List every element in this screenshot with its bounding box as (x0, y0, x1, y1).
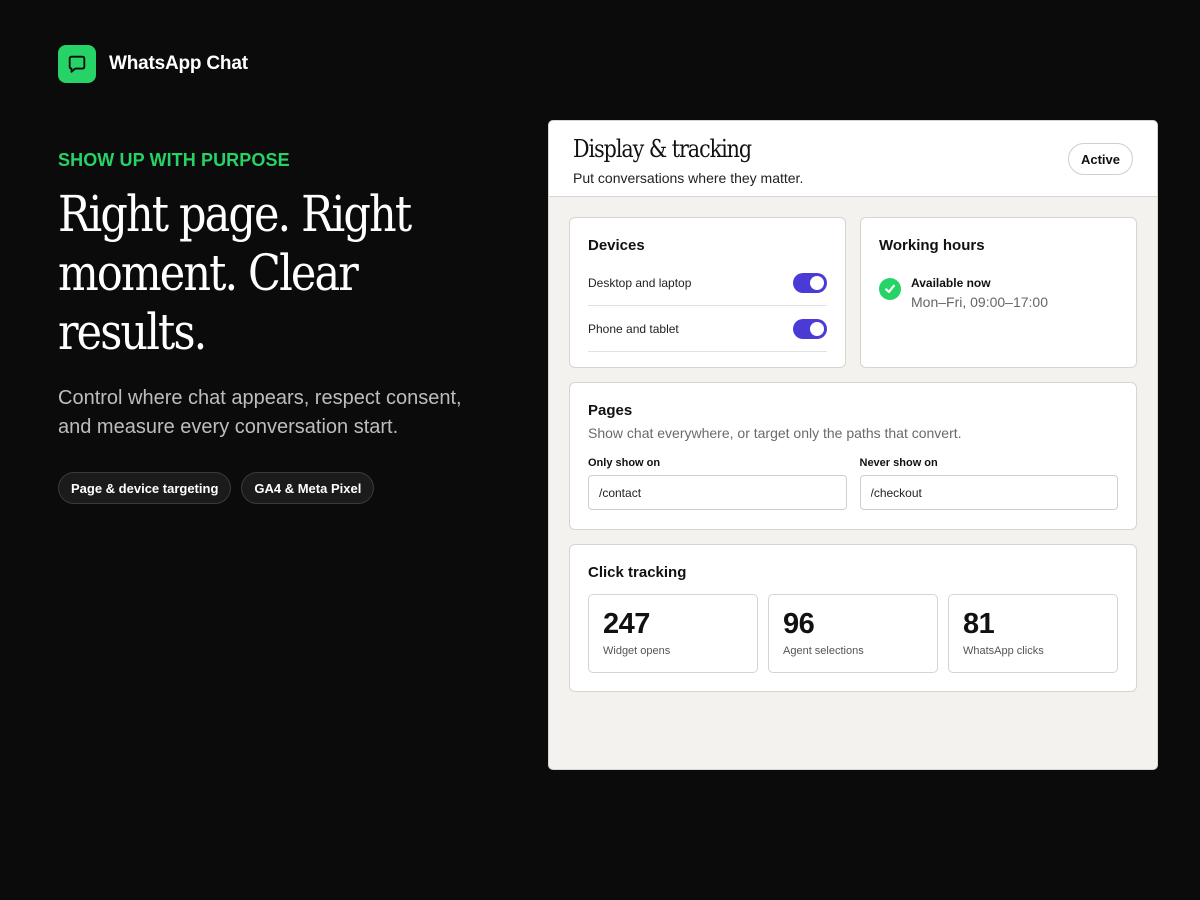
stat-label: Widget opens (603, 645, 671, 657)
working-hours-title: Working hours (879, 237, 985, 254)
only-show-field: Only show on (588, 457, 847, 510)
settings-panel: Display & tracking Put conversations whe… (548, 120, 1158, 770)
toggle-knob (810, 275, 824, 290)
status-badge: Active (1067, 143, 1133, 175)
panel-subtitle: Put conversations where they matter. (573, 170, 804, 186)
hero: SHOW UP WITH PURPOSE Right page. Right m… (58, 150, 508, 504)
availability-schedule: Mon–Fri, 09:00–17:00 (911, 294, 1048, 310)
device-label-desktop: Desktop and laptop (588, 275, 692, 290)
chat-bubble-icon (68, 55, 86, 73)
never-show-field: Never show on (859, 457, 1118, 510)
device-row-desktop: Desktop and laptop (588, 260, 827, 306)
hero-headline: Right page. Right moment. Clear results. (58, 185, 412, 361)
stat-agent-selections: 96 Agent selections (768, 594, 938, 673)
click-tracking-title: Click tracking (588, 564, 687, 581)
hero-subtext: Control where chat appears, respect cons… (58, 387, 462, 438)
availability-row: Available now Mon–Fri, 09:00–17:00 (879, 274, 1118, 310)
hero-eyebrow: SHOW UP WITH PURPOSE (58, 150, 290, 170)
working-hours-card: Working hours Available now Mon–Fri, 09:… (860, 217, 1137, 368)
check-circle-icon (879, 278, 901, 300)
availability-status: Available now (911, 276, 991, 290)
availability-text: Available now Mon–Fri, 09:00–17:00 (911, 274, 1048, 310)
feature-pill-targeting: Page & device targeting (58, 472, 232, 504)
device-row-mobile: Phone and tablet (588, 306, 827, 352)
devices-card: Devices Desktop and laptop Phone and tab… (569, 217, 846, 368)
pages-description: Show chat everywhere, or target only the… (588, 425, 962, 441)
stat-widget-opens: 247 Widget opens (588, 594, 758, 673)
brand-name: WhatsApp Chat (109, 53, 248, 74)
brand[interactable]: WhatsApp Chat (58, 45, 248, 83)
panel-header: Display & tracking Put conversations whe… (549, 121, 1157, 197)
pages-fields: Only show on Never show on (588, 457, 1118, 510)
stat-label: WhatsApp clicks (963, 645, 1044, 657)
brand-logo (58, 45, 96, 83)
stat-value: 81 (963, 608, 995, 640)
never-show-label: Never show on (859, 457, 938, 469)
click-tracking-card: Click tracking 247 Widget opens 96 Agent… (569, 544, 1137, 692)
device-label-mobile: Phone and tablet (588, 321, 679, 336)
feature-pill-analytics: GA4 & Meta Pixel (241, 472, 375, 504)
never-show-input[interactable] (859, 475, 1118, 510)
desktop-toggle[interactable] (793, 272, 827, 293)
panel-title: Display & tracking (573, 135, 752, 163)
devices-title: Devices (588, 237, 645, 254)
stat-label: Agent selections (783, 645, 864, 657)
device-list: Desktop and laptop Phone and tablet (588, 260, 827, 352)
tracking-stats: 247 Widget opens 96 Agent selections 81 … (588, 594, 1118, 673)
only-show-label: Only show on (588, 457, 661, 469)
pages-card: Pages Show chat everywhere, or target on… (569, 382, 1137, 530)
only-show-input[interactable] (588, 475, 847, 510)
feature-pills: Page & device targeting GA4 & Meta Pixel (58, 472, 508, 504)
toggle-knob (810, 321, 824, 336)
mobile-toggle[interactable] (793, 318, 827, 339)
pages-title: Pages (588, 402, 633, 419)
stat-value: 247 (603, 608, 650, 640)
stat-whatsapp-clicks: 81 WhatsApp clicks (948, 594, 1118, 673)
stat-value: 96 (783, 608, 815, 640)
